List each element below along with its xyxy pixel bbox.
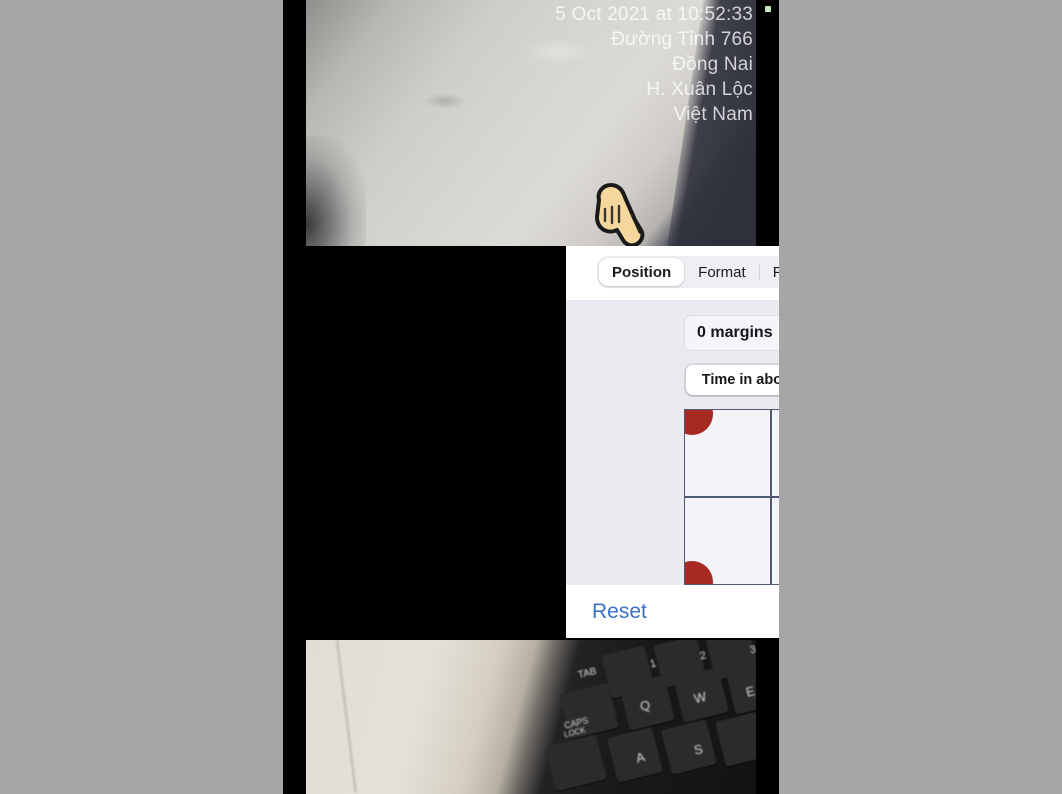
keyboard-key-label: TAB bbox=[576, 665, 598, 682]
position-cell-bottom-left[interactable] bbox=[685, 497, 770, 584]
stamp-position-grid[interactable] bbox=[684, 409, 779, 585]
position-cell-top-left[interactable] bbox=[685, 410, 770, 497]
segmented-tab-bar[interactable]: Position Format Font Input Opacity bbox=[597, 256, 779, 288]
video-frame-keyboard: TAB CAPS LOCK 1 2 3 Q W E A S bbox=[306, 640, 756, 794]
margins-dropdown[interactable]: 0 margins bbox=[684, 315, 779, 351]
keyboard-key bbox=[715, 711, 756, 767]
stamp-district: H. Xuân Lộc bbox=[646, 79, 753, 100]
margins-dropdown-value: 0 margins bbox=[697, 324, 773, 341]
video-preview-top: 5 Oct 2021 at 10:52:33 Đường Tỉnh 766 Đồ… bbox=[283, 0, 779, 246]
phone-screen: 5 Oct 2021 at 10:52:33 Đường Tỉnh 766 Đồ… bbox=[283, 0, 779, 794]
keyboard-key bbox=[661, 719, 717, 775]
watermark-settings-panel: Position Format Font Input Opacity 0 mar… bbox=[566, 246, 779, 638]
tab-font[interactable]: Font bbox=[760, 258, 779, 286]
video-preview-bottom: TAB CAPS LOCK 1 2 3 Q W E A S bbox=[283, 636, 779, 794]
stamp-datetime: 5 Oct 2021 at 10:52:33 bbox=[555, 4, 753, 25]
position-cell-top-center[interactable] bbox=[771, 410, 779, 497]
keyboard-key bbox=[545, 734, 607, 792]
position-cell-bottom-center[interactable] bbox=[771, 497, 779, 584]
geo-timestamp-overlay: 5 Oct 2021 at 10:52:33 Đường Tỉnh 766 Đồ… bbox=[555, 2, 753, 127]
recording-indicator-dot bbox=[765, 6, 771, 12]
wall-seam-line bbox=[336, 640, 357, 793]
tab-format[interactable]: Format bbox=[685, 258, 759, 286]
tab-bar-container: Position Format Font Input Opacity bbox=[566, 246, 779, 300]
time-in-above-option[interactable]: Time in above bbox=[686, 365, 779, 395]
tab-position[interactable]: Position bbox=[599, 258, 685, 286]
panel-footer: Reset Done bbox=[566, 585, 779, 638]
time-position-toggle[interactable]: Time in above Time in below bbox=[684, 363, 779, 397]
stamp-province: Đồng Nai bbox=[672, 54, 753, 75]
pointing-hand-cursor bbox=[595, 183, 645, 246]
panel-content: 0 margins Time in above Time in below bbox=[566, 300, 779, 585]
stamp-street: Đường Tỉnh 766 bbox=[611, 29, 753, 50]
reset-button[interactable]: Reset bbox=[592, 600, 647, 624]
wall-shadow bbox=[306, 136, 366, 246]
stamp-country: Việt Nam bbox=[673, 104, 753, 125]
